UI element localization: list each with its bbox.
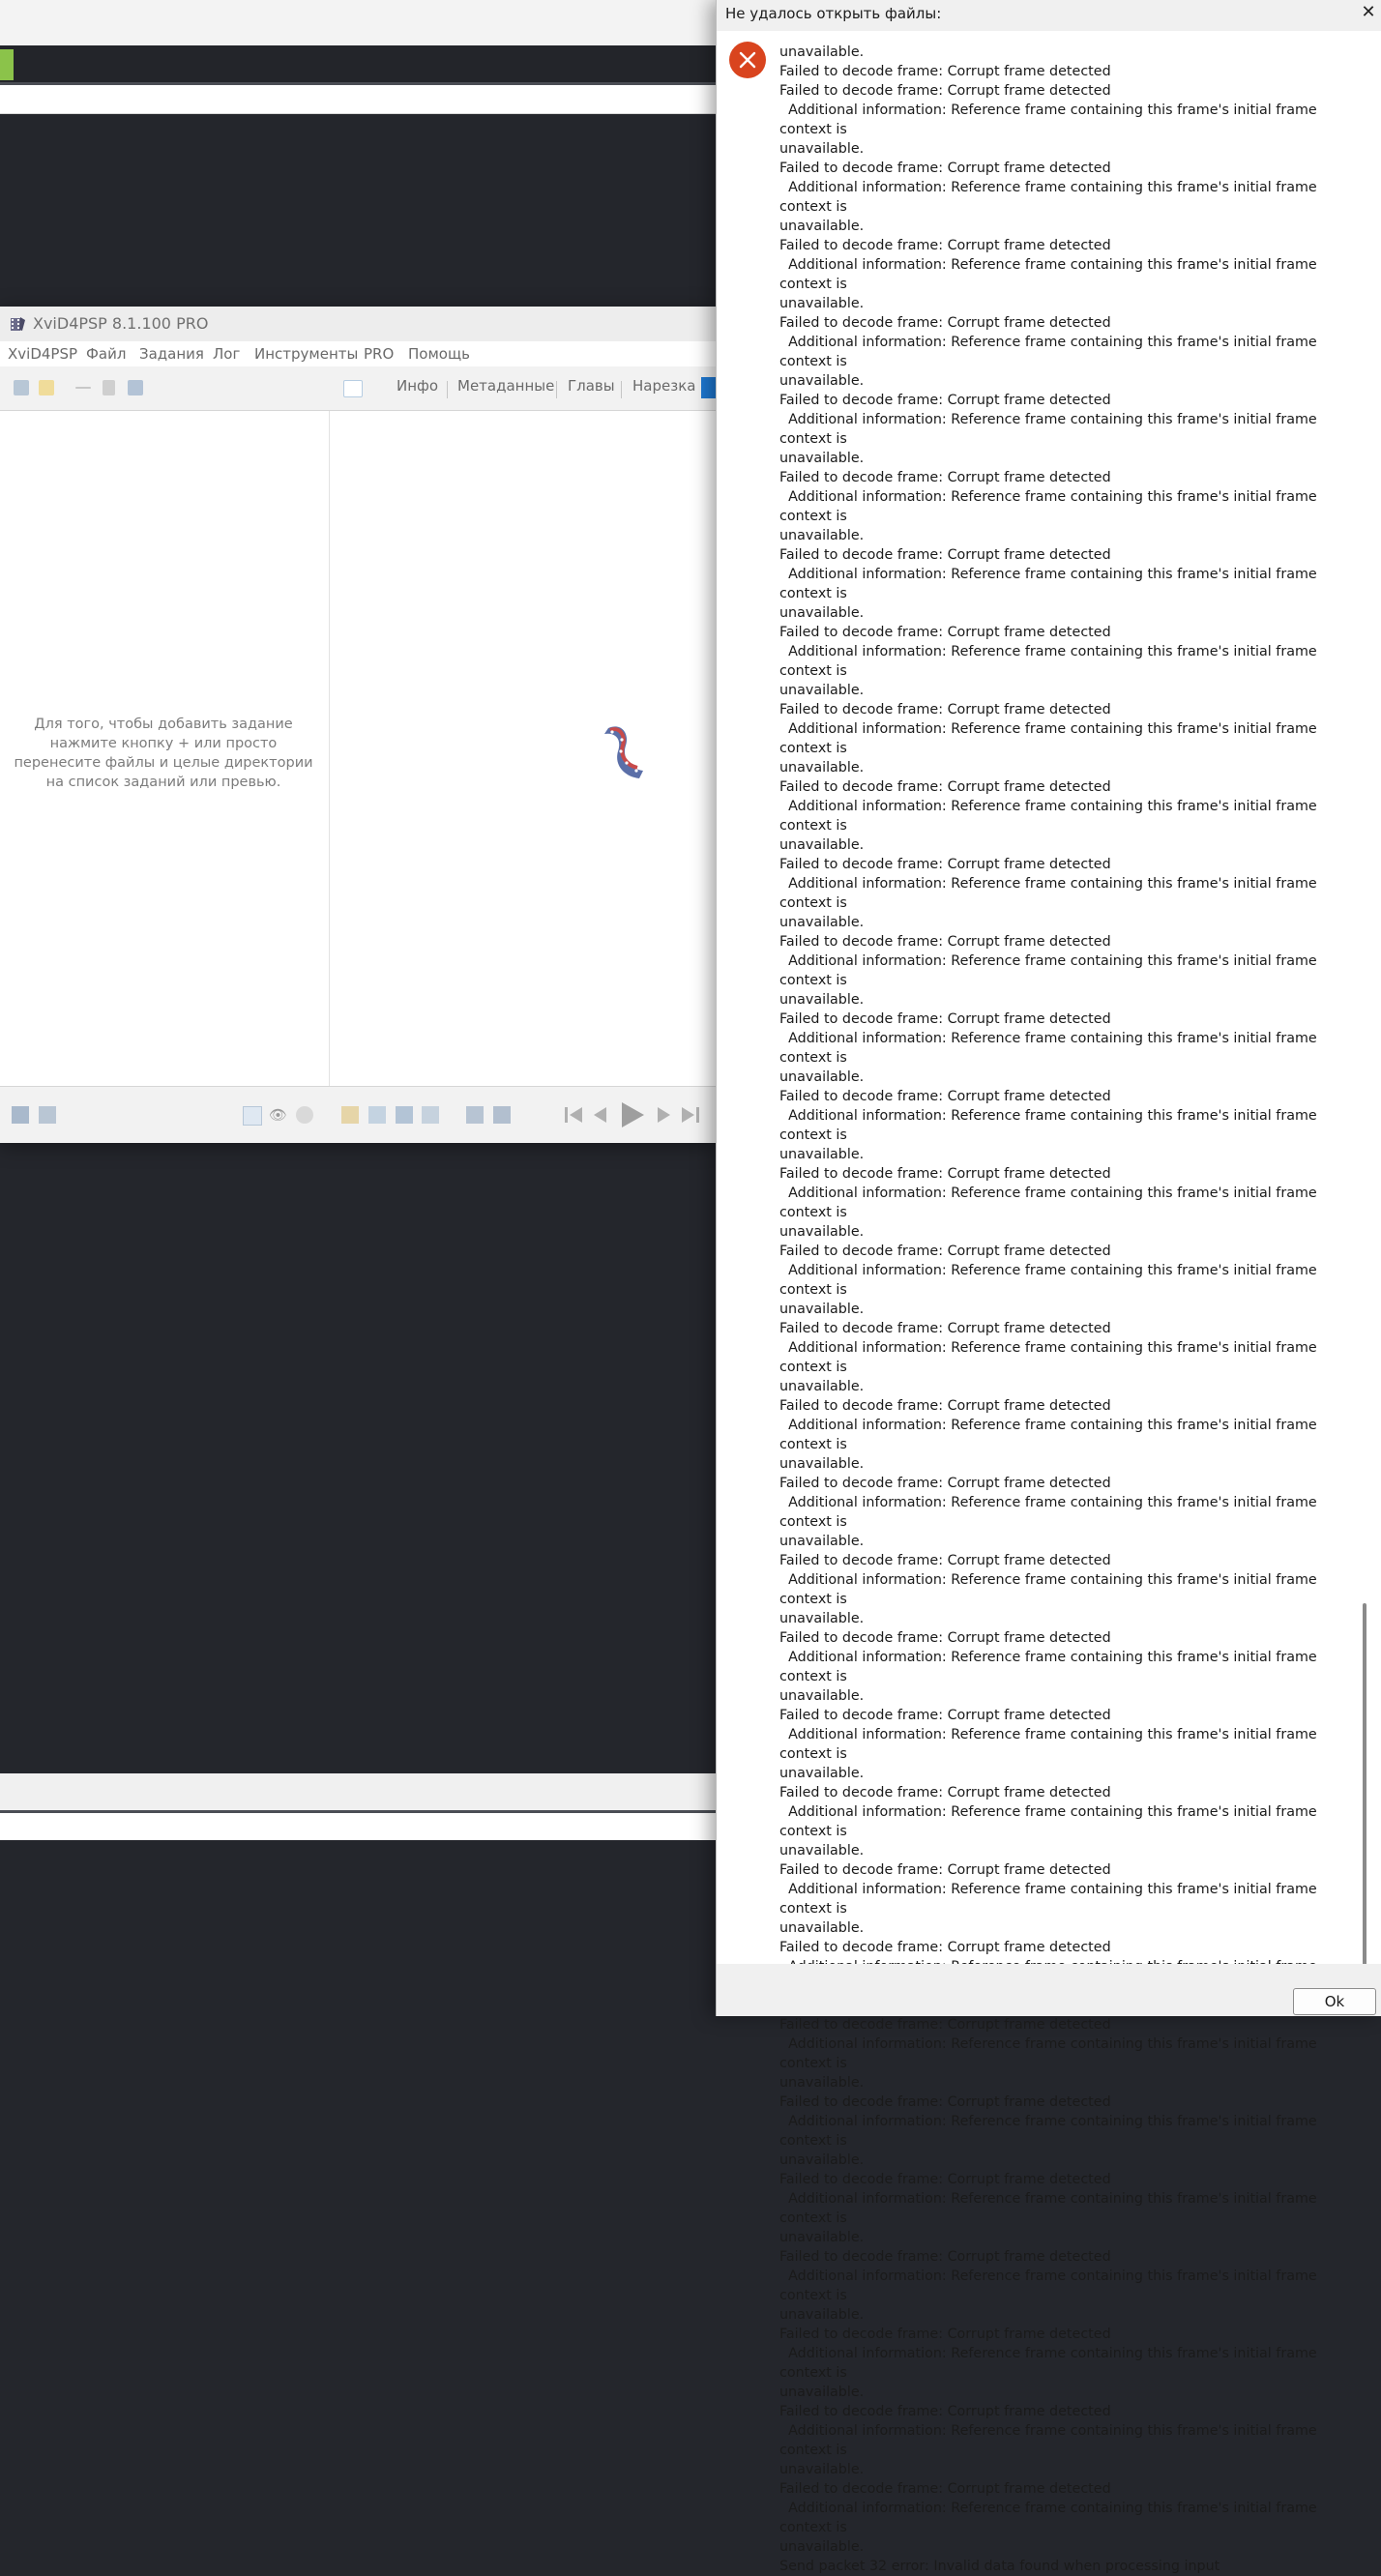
filter-icon[interactable] bbox=[39, 1106, 56, 1124]
delete-icon[interactable] bbox=[103, 380, 115, 395]
play-icon[interactable] bbox=[617, 1100, 646, 1129]
eye-icon[interactable]: 👁 bbox=[269, 1106, 287, 1124]
ok-button[interactable]: Ok bbox=[1293, 1988, 1376, 2015]
picture-icon[interactable] bbox=[341, 1106, 359, 1124]
background-white-bar bbox=[0, 85, 716, 114]
error-dialog: Не удалось открыть файлы: ✕ unavailable.… bbox=[716, 0, 1381, 2574]
background-green-indicator bbox=[0, 49, 14, 80]
menu-tools[interactable]: Инструменты bbox=[254, 345, 358, 363]
bottom-toolbar: 👁 bbox=[0, 1086, 716, 1143]
tab-info[interactable]: Инфо bbox=[397, 377, 438, 395]
menu-help[interactable]: Помощь bbox=[408, 345, 470, 363]
toolbar: Инфо Метаданные Главы Нарезка bbox=[0, 366, 716, 411]
menu-log[interactable]: Лог bbox=[213, 345, 240, 363]
save-icon[interactable] bbox=[128, 380, 143, 395]
background-dark-bar bbox=[0, 45, 716, 85]
task-list[interactable]: Для того, чтобы добавить задание нажмите… bbox=[0, 411, 330, 1086]
menu-bar: XviD4PSP Файл Задания Лог Инструменты PR… bbox=[0, 341, 716, 366]
last-frame-icon[interactable] bbox=[680, 1104, 701, 1126]
dialog-title: Не удалось открыть файлы: bbox=[725, 5, 942, 22]
menu-file[interactable]: Файл bbox=[86, 345, 126, 363]
prev-frame-icon[interactable] bbox=[590, 1104, 611, 1126]
add-task-icon[interactable] bbox=[12, 1106, 29, 1124]
window-title: XviD4PSP 8.1.100 PRO bbox=[33, 314, 209, 333]
menu-tasks[interactable]: Задания bbox=[139, 345, 204, 363]
tab-metadata[interactable]: Метаданные bbox=[457, 377, 554, 395]
tab-separator bbox=[556, 381, 557, 398]
dialog-content: unavailable. Failed to decode frame: Cor… bbox=[717, 31, 1381, 2574]
background-bottom-white bbox=[0, 1813, 716, 1840]
tab-separator bbox=[621, 381, 622, 398]
close-icon[interactable]: ✕ bbox=[1359, 2, 1378, 23]
background-bottom-bar bbox=[0, 1773, 716, 1813]
tab-chapters[interactable]: Главы bbox=[568, 377, 615, 395]
scrollbar-thumb[interactable] bbox=[1363, 1603, 1366, 1971]
xvid4psp-window: XviD4PSP 8.1.100 PRO XviD4PSP Файл Задан… bbox=[0, 307, 716, 1143]
tab-active-indicator[interactable] bbox=[701, 377, 716, 398]
task-list-hint: Для того, чтобы добавить задание нажмите… bbox=[14, 717, 313, 790]
audio-icon[interactable] bbox=[466, 1106, 484, 1124]
open-file-icon[interactable] bbox=[14, 380, 29, 395]
background-window-top bbox=[0, 0, 716, 45]
remove-icon[interactable] bbox=[75, 387, 91, 389]
dialog-footer: Ok bbox=[717, 1964, 1381, 2016]
error-log-text: unavailable. Failed to decode frame: Cor… bbox=[779, 44, 1317, 2574]
video-icon[interactable] bbox=[493, 1106, 511, 1124]
preview-area[interactable] bbox=[330, 411, 716, 1086]
window-icon[interactable] bbox=[243, 1106, 262, 1126]
first-frame-icon[interactable] bbox=[563, 1104, 584, 1126]
preview-icon[interactable] bbox=[343, 380, 363, 397]
crop-icon[interactable] bbox=[368, 1106, 386, 1124]
error-icon bbox=[729, 42, 766, 78]
menu-xvid4psp[interactable]: XviD4PSP bbox=[8, 345, 77, 363]
tab-cutting[interactable]: Нарезка bbox=[632, 377, 695, 395]
resize-icon[interactable] bbox=[396, 1106, 413, 1124]
film-reel-icon bbox=[604, 726, 643, 778]
window-titlebar[interactable]: XviD4PSP 8.1.100 PRO bbox=[0, 307, 716, 341]
menu-pro[interactable]: PRO bbox=[364, 345, 394, 363]
settings-icon[interactable] bbox=[296, 1106, 313, 1124]
folder-icon[interactable] bbox=[39, 380, 54, 395]
background-bottom-dark bbox=[0, 1840, 716, 2016]
next-frame-icon[interactable] bbox=[653, 1104, 674, 1126]
film-app-icon bbox=[11, 317, 25, 331]
frame-icon[interactable] bbox=[422, 1106, 439, 1124]
tab-separator bbox=[447, 381, 448, 398]
